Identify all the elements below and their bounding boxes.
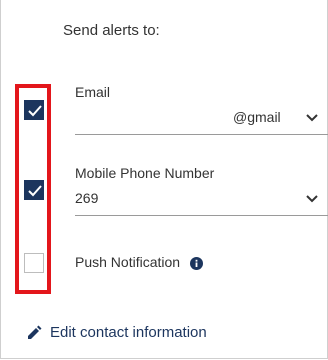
edit-contact-link[interactable]: Edit contact information — [26, 324, 207, 341]
email-value[interactable]: @gmail — [233, 109, 281, 125]
email-checkbox[interactable] — [24, 100, 44, 120]
push-checkbox[interactable] — [24, 253, 44, 273]
pencil-icon — [28, 325, 42, 339]
edit-contact-label: Edit contact information — [50, 324, 207, 341]
checkmark-icon — [28, 105, 42, 117]
phone-value[interactable]: 269 — [75, 190, 98, 206]
chevron-down-icon[interactable] — [305, 191, 319, 209]
chevron-down-icon[interactable] — [305, 110, 319, 128]
send-alerts-heading: Send alerts to: — [63, 22, 160, 39]
email-field-underline — [75, 134, 328, 135]
email-label: Email — [75, 84, 111, 100]
phone-field-underline — [75, 215, 328, 216]
phone-checkbox[interactable] — [24, 180, 44, 200]
push-label: Push Notification — [75, 254, 181, 270]
phone-label: Mobile Phone Number — [75, 165, 215, 181]
checkmark-icon — [28, 185, 42, 197]
push-label-row: Push Notification — [75, 254, 203, 270]
info-icon[interactable] — [189, 256, 203, 270]
